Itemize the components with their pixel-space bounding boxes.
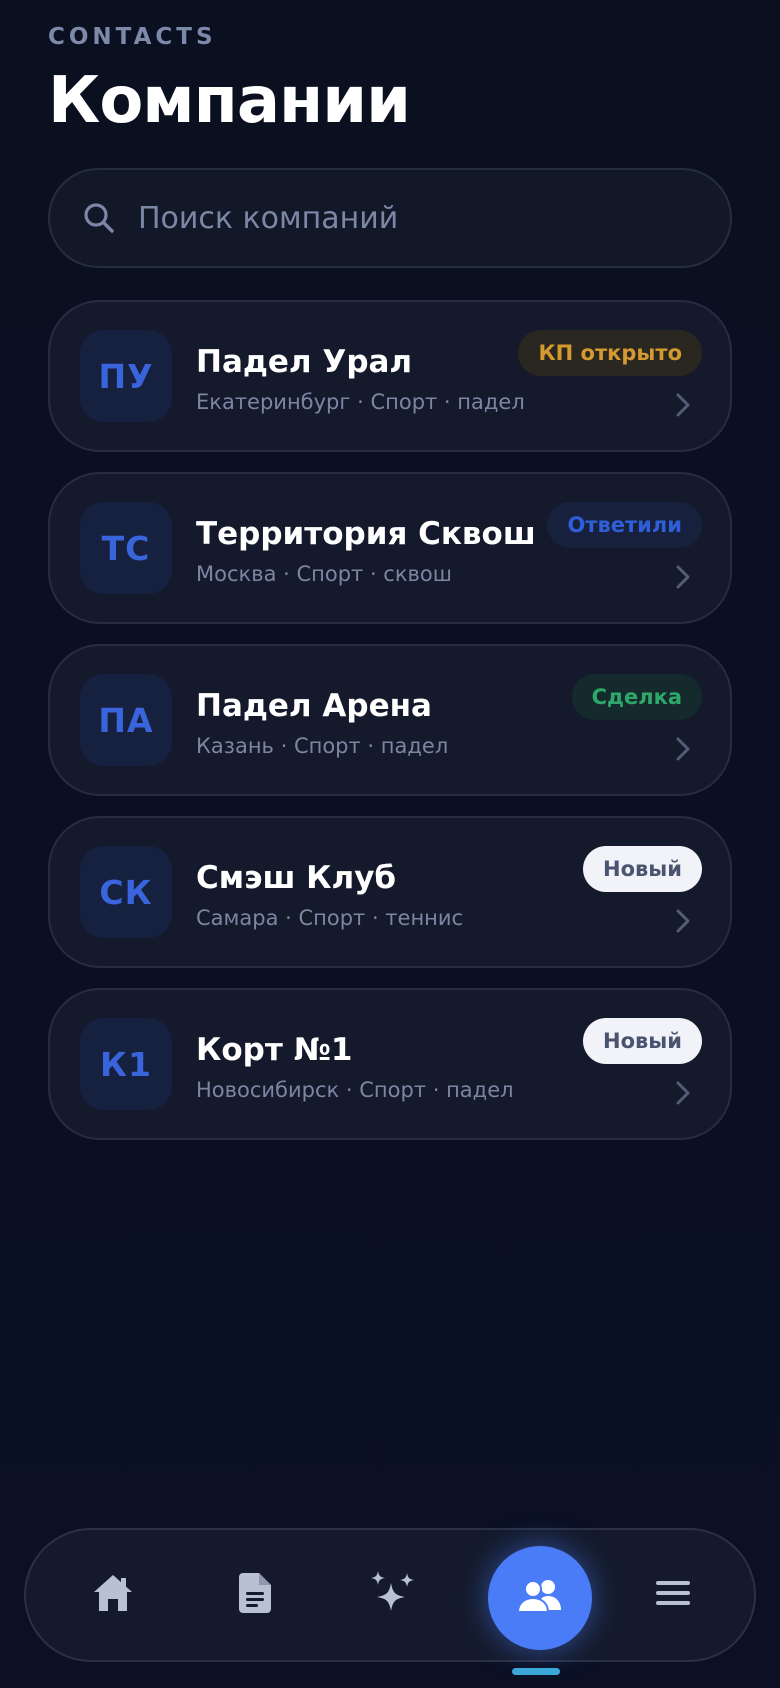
status-badge: КП открыто	[518, 330, 702, 376]
company-subtitle: Екатеринбург · Спорт · падел	[196, 390, 525, 414]
chevron-right-icon	[672, 906, 694, 936]
company-name: Падел Арена	[196, 688, 432, 724]
page-title: Компании	[48, 64, 411, 138]
company-avatar: ПА	[80, 674, 172, 766]
document-icon	[238, 1572, 272, 1618]
company-card-smesh-klub[interactable]: СК Смэш Клуб Самара · Спорт · теннис Нов…	[48, 816, 732, 968]
search-placeholder: Поиск компаний	[138, 200, 399, 236]
companies-screen: CONTACTS Компании Поиск компаний ПУ Паде…	[0, 0, 780, 1688]
company-subtitle: Москва · Спорт · сквош	[196, 562, 452, 586]
company-name: Смэш Клуб	[196, 860, 397, 896]
company-subtitle: Казань · Спорт · падел	[196, 734, 449, 758]
status-badge: Ответили	[547, 502, 702, 548]
sparkles-icon	[369, 1569, 417, 1621]
nav-home[interactable]	[68, 1530, 158, 1660]
company-name: Корт №1	[196, 1032, 353, 1068]
company-subtitle: Новосибирск · Спорт · падел	[196, 1078, 514, 1102]
nav-menu[interactable]	[628, 1530, 718, 1660]
status-badge: Новый	[583, 1018, 702, 1064]
users-icon	[516, 1578, 563, 1618]
company-subtitle: Самара · Спорт · теннис	[196, 906, 464, 930]
status-badge: Новый	[583, 846, 702, 892]
company-name: Падел Урал	[196, 344, 413, 380]
company-avatar: К1	[80, 1018, 172, 1110]
company-avatar: ТС	[80, 502, 172, 594]
chevron-right-icon	[672, 390, 694, 420]
company-card-padel-arena[interactable]: ПА Падел Арена Казань · Спорт · падел Сд…	[48, 644, 732, 796]
company-card-padel-ural[interactable]: ПУ Падел Урал Екатеринбург · Спорт · пад…	[48, 300, 732, 452]
section-eyebrow: CONTACTS	[48, 24, 217, 50]
menu-icon	[655, 1579, 691, 1611]
status-badge: Сделка	[571, 674, 702, 720]
nav-active-indicator	[512, 1668, 560, 1675]
company-name: Территория Сквош	[196, 516, 536, 552]
search-icon	[82, 201, 116, 235]
chevron-right-icon	[672, 734, 694, 764]
chevron-right-icon	[672, 562, 694, 592]
nav-documents[interactable]	[210, 1530, 300, 1660]
bottom-nav	[24, 1528, 756, 1662]
company-avatar: СК	[80, 846, 172, 938]
company-card-territoriya-skvosh[interactable]: ТС Территория Сквош Москва · Спорт · скв…	[48, 472, 732, 624]
company-card-kort-1[interactable]: К1 Корт №1 Новосибирск · Спорт · падел Н…	[48, 988, 732, 1140]
home-icon	[91, 1572, 135, 1618]
search-input[interactable]: Поиск компаний	[48, 168, 732, 268]
nav-companies[interactable]	[488, 1546, 592, 1650]
nav-ai[interactable]	[348, 1530, 438, 1660]
company-avatar: ПУ	[80, 330, 172, 422]
chevron-right-icon	[672, 1078, 694, 1108]
